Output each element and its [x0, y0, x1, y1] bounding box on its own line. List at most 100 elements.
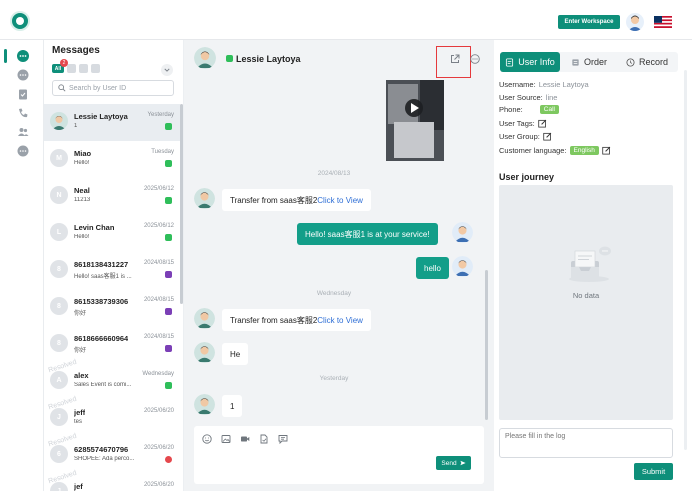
conversation-name: Lessie Laytoya — [74, 112, 128, 121]
message-bubble-incoming: Transfer from saas客服2 Click to View — [222, 189, 371, 211]
conversation-time: Wednesday — [142, 371, 174, 377]
click-to-view-link[interactable]: Click to View — [317, 196, 363, 205]
log-input[interactable] — [499, 428, 673, 458]
search-icon — [58, 84, 66, 92]
message-text: Transfer from saas客服2 — [230, 195, 318, 205]
search-box[interactable]: Search by User ID — [52, 80, 174, 96]
conversation-panel: Messages All 2 Search by User ID Lessie … — [44, 40, 184, 491]
conversation-item[interactable]: 8 8615338739306 2024/08/15 你好 — [44, 289, 180, 326]
filter-phone[interactable] — [91, 64, 100, 73]
chat-scrollbar[interactable] — [485, 270, 488, 420]
whatsapp-channel-icon — [165, 123, 172, 130]
message-text: 1 — [230, 401, 235, 411]
call-button[interactable]: Call — [539, 105, 559, 114]
conversation-name: jeff — [74, 408, 86, 417]
chevron-down-icon — [164, 68, 170, 72]
more-icon[interactable] — [16, 144, 30, 158]
date-separator: 2024/08/13 — [317, 170, 351, 177]
comment-icon[interactable] — [16, 68, 30, 82]
conversation-item[interactable]: 8 8618138431227 2024/08/15 Hello! saas客服1 i… — [44, 252, 180, 289]
tab-order[interactable]: Order — [562, 52, 616, 72]
conversation-list: Lessie Laytoya Yesterday 1 M Miao Tuesday Hell… — [44, 104, 180, 491]
top-bar: Enter Workspace — [0, 0, 692, 40]
search-input[interactable]: Search by User ID — [69, 85, 126, 92]
image-icon[interactable] — [221, 434, 231, 444]
video-icon[interactable] — [240, 434, 250, 444]
conversation-time: 2025/06/20 — [143, 408, 174, 414]
date-separator: Yesterday — [319, 375, 349, 382]
open-external-icon[interactable] — [450, 54, 460, 64]
contact-message-avatar — [194, 342, 215, 363]
panel-scrollbar[interactable] — [684, 70, 687, 450]
us-flag-icon[interactable] — [654, 16, 672, 28]
conversation-item[interactable]: A Resolved alex Wednesday Sales Event is com… — [44, 359, 180, 400]
conversation-scrollbar[interactable] — [180, 104, 183, 304]
conversation-avatar: N — [50, 186, 68, 204]
conversation-preview: Hello! saas客服1 is ... — [74, 274, 132, 280]
viber-channel-icon — [165, 308, 172, 315]
contact-message-avatar — [194, 308, 215, 329]
message-text: Transfer from saas客服2 — [230, 315, 318, 325]
submit-button[interactable]: Submit — [634, 463, 673, 480]
user-card-icon — [506, 57, 514, 67]
date-separator: Wednesday — [316, 290, 352, 297]
file-icon[interactable] — [259, 434, 269, 444]
messages-title: Messages — [52, 45, 100, 56]
conversation-avatar: 6 — [50, 445, 68, 463]
edit-tags-icon[interactable] — [538, 119, 547, 128]
conversation-name: 8618666660964 — [74, 334, 129, 343]
edit-language-icon[interactable] — [602, 146, 611, 155]
emoji-icon[interactable] — [202, 434, 212, 444]
app-logo[interactable] — [10, 11, 30, 31]
filter-whatsapp[interactable] — [67, 64, 76, 73]
tab-user-info[interactable]: User Info — [500, 52, 560, 72]
message-text: He — [230, 349, 241, 359]
user-journey-title: User journey — [499, 172, 555, 182]
conversation-avatar: M — [50, 149, 68, 167]
contact-message-avatar — [194, 394, 215, 415]
conversation-item[interactable]: 8 8618666660964 2024/08/15 你好 — [44, 326, 180, 363]
conversation-preview: Sales Event is comi... — [74, 382, 132, 388]
quick-reply-icon[interactable] — [278, 434, 288, 444]
conversation-name: jef — [74, 482, 83, 491]
send-button[interactable]: Send — [436, 456, 471, 470]
conversation-preview: Hello! — [74, 234, 90, 240]
chat-panel: Lessie Laytoya 2024/08/13 Transfer from … — [184, 40, 494, 491]
message-composer[interactable]: Send — [194, 426, 484, 484]
info-tabs: User Info Order Record — [500, 52, 678, 72]
edit-group-icon[interactable] — [543, 132, 552, 141]
conversation-item[interactable]: Lessie Laytoya Yesterday 1 — [44, 104, 180, 141]
collapse-filters-button[interactable] — [161, 64, 173, 76]
filter-messenger[interactable] — [79, 64, 88, 73]
user-tags-row: User Tags: — [499, 119, 547, 128]
clipboard-icon[interactable] — [16, 87, 30, 101]
phone-icon[interactable] — [16, 106, 30, 120]
more-options-icon[interactable] — [470, 54, 480, 64]
enter-workspace-button[interactable]: Enter Workspace — [558, 15, 620, 29]
contact-avatar[interactable] — [194, 47, 216, 69]
click-to-view-link[interactable]: Click to View — [317, 316, 363, 325]
conversation-item[interactable]: N Neal 2025/06/12 11213 — [44, 178, 180, 215]
username-label: Username: — [499, 80, 536, 89]
conversation-item[interactable]: M Miao Tuesday Hello! — [44, 141, 180, 178]
conversation-item[interactable]: J Resolved jeff 2025/06/20 tes — [44, 396, 180, 437]
conversation-name: alex — [74, 371, 89, 380]
unread-badge: 2 — [60, 59, 68, 67]
language-chip: English — [569, 146, 599, 155]
chat-icon[interactable] — [16, 49, 30, 63]
username-row: Username: Lessie Laytoya — [499, 80, 589, 89]
conversation-item[interactable]: L Levin Chan 2025/06/12 Hello! — [44, 215, 180, 252]
user-avatar[interactable] — [626, 13, 644, 31]
tab-record[interactable]: Record — [618, 52, 676, 72]
customer-language-label: Customer language: — [499, 146, 567, 155]
username-value: Lessie Laytoya — [538, 80, 589, 89]
whatsapp-channel-icon — [165, 382, 172, 389]
conversation-item[interactable]: 6 Resolved 6285574670796 2025/06/20 SHOPEE: … — [44, 433, 180, 474]
conversation-item[interactable]: J Resolved jef 2025/06/20 — [44, 470, 180, 491]
conversation-name: Miao — [74, 149, 92, 158]
users-icon[interactable] — [16, 125, 30, 139]
agent-avatar — [452, 222, 473, 243]
conversation-preview: tes — [74, 419, 83, 425]
message-bubble-incoming: Transfer from saas客服2 Click to View — [222, 309, 371, 331]
video-message[interactable] — [386, 80, 444, 161]
